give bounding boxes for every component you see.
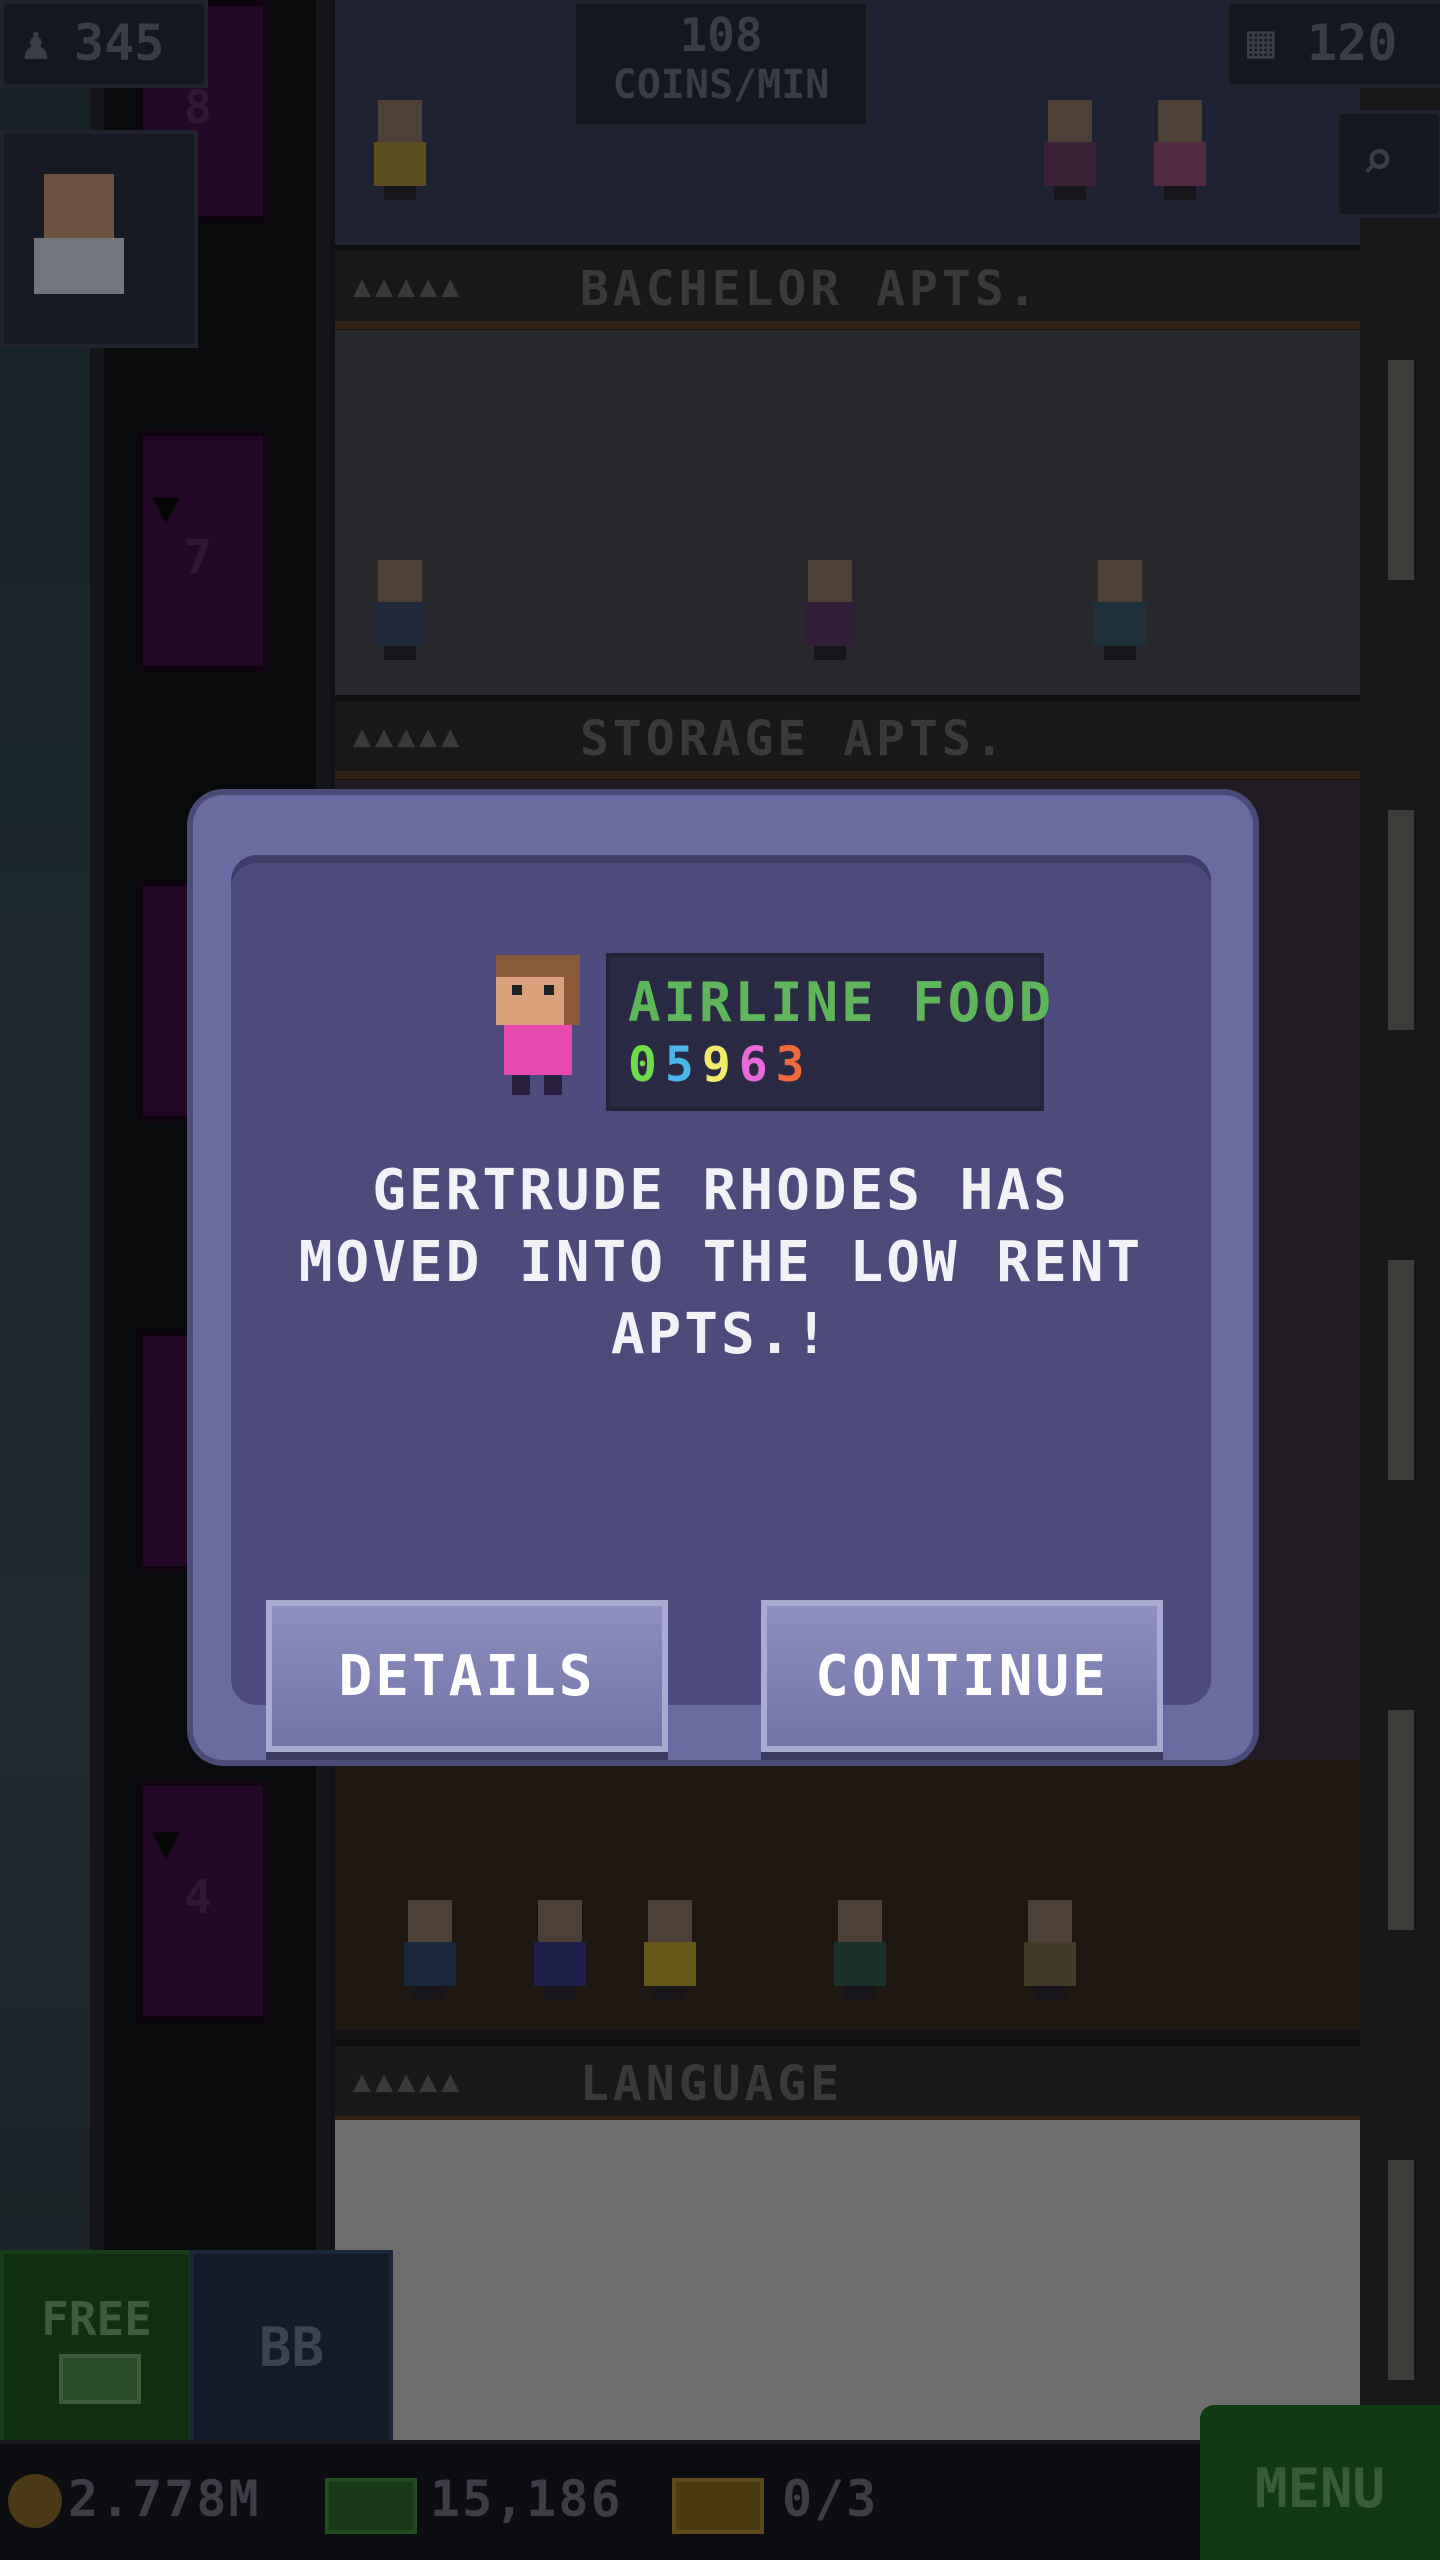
bitizen-avatar [486,955,586,1095]
skill-digit: 0 [628,1037,665,1093]
details-label: DETAILS [338,1643,596,1709]
skill-digit: 5 [664,1037,702,1093]
skill-digit: 9 [701,1037,739,1093]
details-button[interactable]: DETAILS [266,1600,668,1752]
dialog-message: GERTRUDE RHODES HAS MOVED INTO THE LOW R… [298,1158,1144,1367]
dream-job-name: AIRLINE FOOD [628,971,1055,1034]
move-in-dialog: AIRLINE FOOD 05963 GERTRUDE RHODES HAS M… [193,795,1253,1760]
skill-digit: 6 [738,1037,776,1093]
skill-code: 05963 [628,1037,813,1093]
dream-job-box: AIRLINE FOOD 05963 [606,953,1051,1111]
continue-button[interactable]: CONTINUE [761,1600,1163,1752]
continue-label: CONTINUE [815,1643,1109,1709]
dialog-panel: AIRLINE FOOD 05963 GERTRUDE RHODES HAS M… [231,855,1211,1752]
game-scene: 8 ▼ 7 ▼ 6 5 4 ▼ ▲▲▲▲▲ BACHELOR APTS. ▲▲▲… [0,0,1440,2560]
skill-digit: 3 [775,1037,813,1093]
